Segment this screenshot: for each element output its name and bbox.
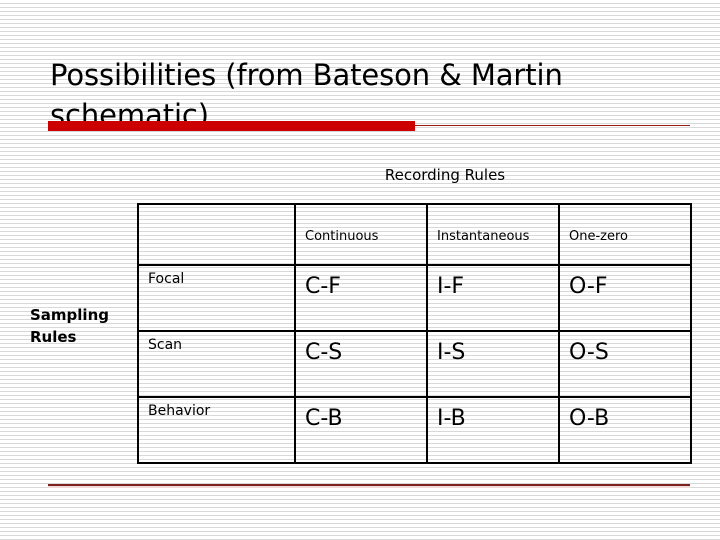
column-header-instantaneous: Instantaneous <box>426 203 560 266</box>
cell-scan-one-zero: O-S <box>558 330 692 398</box>
cell-value: I-F <box>437 274 465 299</box>
slide-canvas: Possibilities (from Bateson & Martin sch… <box>0 0 720 540</box>
cell-focal-instantaneous: I-F <box>426 264 560 332</box>
cell-value: C-F <box>305 274 341 299</box>
table-header-row: Continuous Instantaneous One-zero <box>137 203 692 266</box>
possibilities-matrix-table: Continuous Instantaneous One-zero Focal … <box>137 203 692 464</box>
column-header-continuous: Continuous <box>294 203 428 266</box>
cell-scan-continuous: C-S <box>294 330 428 398</box>
cell-value: C-S <box>305 340 343 365</box>
cell-value: C-B <box>305 406 343 431</box>
footer-rule-shadow <box>48 486 690 488</box>
cell-behavior-one-zero: O-B <box>558 396 692 464</box>
column-group-label: Recording Rules <box>384 166 506 184</box>
cell-scan-instantaneous: I-S <box>426 330 560 398</box>
cell-behavior-instantaneous: I-B <box>426 396 560 464</box>
row-header-focal: Focal <box>137 264 296 332</box>
cell-value: O-S <box>569 340 609 365</box>
table-row: Behavior C-B I-B O-B <box>137 396 692 464</box>
row-group-label: Sampling Rules <box>30 304 135 348</box>
cell-value: I-B <box>437 406 466 431</box>
cell-value: O-B <box>569 406 610 431</box>
row-header-label: Scan <box>148 337 183 353</box>
cell-value: O-F <box>569 274 608 299</box>
row-header-label: Focal <box>148 271 185 287</box>
row-header-label: Behavior <box>148 403 211 419</box>
title-underline-accent-bar <box>48 121 415 131</box>
row-header-scan: Scan <box>137 330 296 398</box>
table-row: Focal C-F I-F O-F <box>137 264 692 332</box>
cell-focal-continuous: C-F <box>294 264 428 332</box>
column-header-one-zero: One-zero <box>558 203 692 266</box>
cell-value: I-S <box>437 340 466 365</box>
column-header-label: Continuous <box>305 229 379 244</box>
column-header-label: Instantaneous <box>437 229 530 244</box>
cell-behavior-continuous: C-B <box>294 396 428 464</box>
row-header-behavior: Behavior <box>137 396 296 464</box>
corner-cell <box>137 203 296 266</box>
row-group-label-line-1: Sampling <box>30 306 109 324</box>
table-row: Scan C-S I-S O-S <box>137 330 692 398</box>
row-group-label-line-2: Rules <box>30 328 77 346</box>
cell-focal-one-zero: O-F <box>558 264 692 332</box>
column-header-label: One-zero <box>569 229 628 244</box>
